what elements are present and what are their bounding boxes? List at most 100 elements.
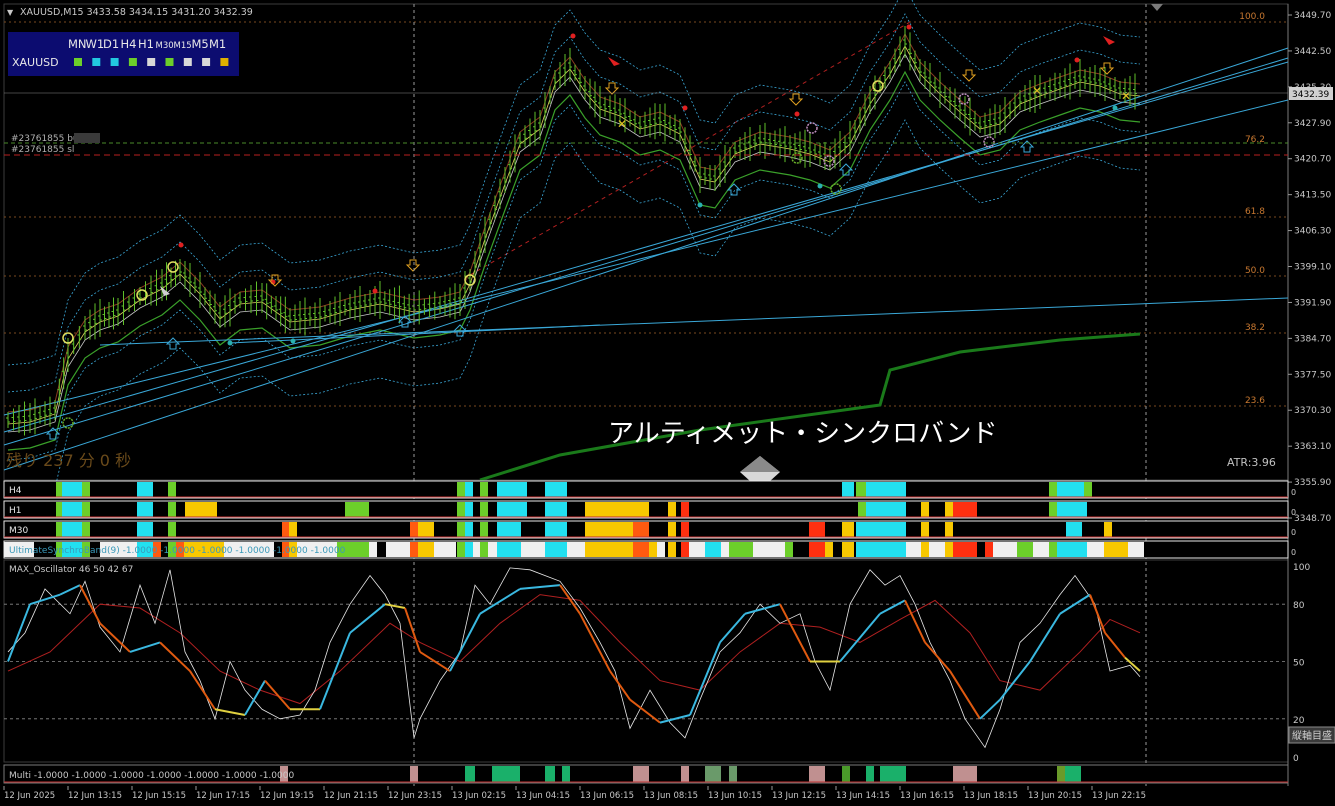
price-label: 3377.50 (1294, 370, 1331, 380)
strip-segment (62, 502, 82, 517)
price-label: 3406.30 (1294, 227, 1331, 237)
strip-segment (497, 542, 521, 557)
time-label: 12 Jun 13:15 (68, 791, 122, 801)
multi-block (953, 766, 977, 782)
strip-segment (1057, 542, 1087, 557)
strip-segment (185, 502, 217, 517)
strip-zero-label: 0 (1291, 528, 1296, 537)
oscillator-level-label: 0 (1293, 754, 1299, 764)
price-label: 3420.70 (1294, 155, 1331, 165)
price-label: 3384.70 (1294, 334, 1331, 344)
mtf-signal-square (110, 58, 119, 66)
multi-block (880, 766, 906, 782)
strip-segment (842, 482, 854, 497)
strip-segment (668, 522, 676, 537)
price-label: 3355.90 (1294, 478, 1331, 488)
time-label: 12 Jun 2025 (4, 791, 55, 801)
signal-dot-icon (697, 202, 703, 208)
strip-label: M30 (9, 526, 28, 536)
price-label: 3399.10 (1294, 263, 1331, 273)
strip-segment (457, 502, 465, 517)
strip-segment (585, 502, 633, 517)
strip-segment (62, 482, 82, 497)
mtf-signal-square (128, 58, 137, 66)
strip-segment (545, 522, 567, 537)
strip-segment (1033, 542, 1049, 557)
price-label: 3391.90 (1294, 298, 1331, 308)
order-sl-label: #23761855 sl (11, 145, 74, 155)
strip-segment (842, 542, 854, 557)
strip-segment (1049, 502, 1057, 517)
strip-segment (753, 542, 785, 557)
multi-title: Multi -1.0000 -1.0000 -1.0000 -1.0000 -1… (9, 771, 294, 781)
strip-segment (465, 482, 473, 497)
strip-segment (480, 482, 488, 497)
collapse-arrow-icon[interactable]: ▼ (7, 8, 14, 17)
strip-segment (633, 502, 649, 517)
strip-segment (137, 502, 153, 517)
strip-segment (809, 522, 825, 537)
time-label: 13 Jun 12:15 (772, 791, 826, 801)
strip-segment (497, 482, 527, 497)
order-buy-label: #23761855 bu (11, 134, 79, 144)
strip-segment (945, 522, 953, 537)
time-label: 13 Jun 20:15 (1028, 791, 1082, 801)
strip-segment (465, 502, 473, 517)
strip-segment (921, 522, 929, 537)
strip-segment (488, 542, 497, 557)
signal-dot-icon (682, 105, 688, 111)
strip-zero-label: 0 (1291, 488, 1296, 497)
strip-segment (168, 482, 176, 497)
price-label: 3449.70 (1294, 11, 1331, 21)
strip-segment (705, 542, 721, 557)
chart-window[interactable]: 100.0 76.2 61.8 50.0 38.2 23.6 ✕ ✕ ✕ #23761855 … (0, 0, 1335, 806)
mtf-signal-square (183, 58, 192, 66)
signal-dot-icon (1074, 57, 1080, 63)
time-label: 13 Jun 10:15 (708, 791, 762, 801)
oscillator-level-label: 100 (1293, 563, 1310, 573)
strip-segment (649, 542, 657, 557)
mtf-signal-square (202, 58, 211, 66)
strip-segment (473, 542, 480, 557)
time-label: 12 Jun 23:15 (388, 791, 442, 801)
multi-block (705, 766, 721, 782)
mtf-signal-square (165, 58, 174, 66)
strip-segment (1057, 502, 1087, 517)
strip-segment (168, 502, 176, 517)
annotation-text: アルティメット・シンクロバンド (608, 419, 997, 449)
strip-segment (945, 502, 953, 517)
strip-segment (842, 522, 854, 537)
strip-segment (856, 542, 906, 557)
strip-segment (1104, 522, 1112, 537)
strip-segment (545, 502, 567, 517)
price-label: 3370.30 (1294, 406, 1331, 416)
strip-segment (418, 542, 434, 557)
strip-segment (657, 542, 665, 557)
strip-segment (1066, 522, 1082, 537)
fibo-label: 100.0 (1239, 12, 1265, 22)
strip-segment (1017, 542, 1033, 557)
time-label: 12 Jun 21:15 (324, 791, 378, 801)
oscillator-level-label: 20 (1293, 716, 1305, 726)
strip-segment (386, 542, 410, 557)
mtf-timeframe-label: MN (68, 37, 87, 51)
mtf-timeframe-label: H4 (121, 37, 137, 51)
fibo-label: 23.6 (1245, 396, 1265, 406)
time-label: 13 Jun 22:15 (1092, 791, 1146, 801)
time-label: 12 Jun 19:15 (260, 791, 314, 801)
strip-zero-label: 0 (1291, 508, 1296, 517)
strip-segment (856, 522, 906, 537)
signal-dot-icon (1112, 105, 1118, 111)
fibo-label: 61.8 (1245, 207, 1265, 217)
strip-segment (681, 522, 689, 537)
strip-segment (921, 502, 929, 517)
price-label: 3413.50 (1294, 191, 1331, 201)
mtf-timeframe-label: W1 (86, 37, 105, 51)
strip-segment (1049, 542, 1057, 557)
cross-icon: ✕ (617, 117, 627, 131)
multi-block (410, 766, 418, 782)
strip-label: UltimateSynchroBand(9) -1.0000 -1.0000 -… (9, 546, 346, 556)
strip-segment (410, 542, 418, 557)
strip-segment (410, 522, 418, 537)
multi-block (729, 766, 737, 782)
